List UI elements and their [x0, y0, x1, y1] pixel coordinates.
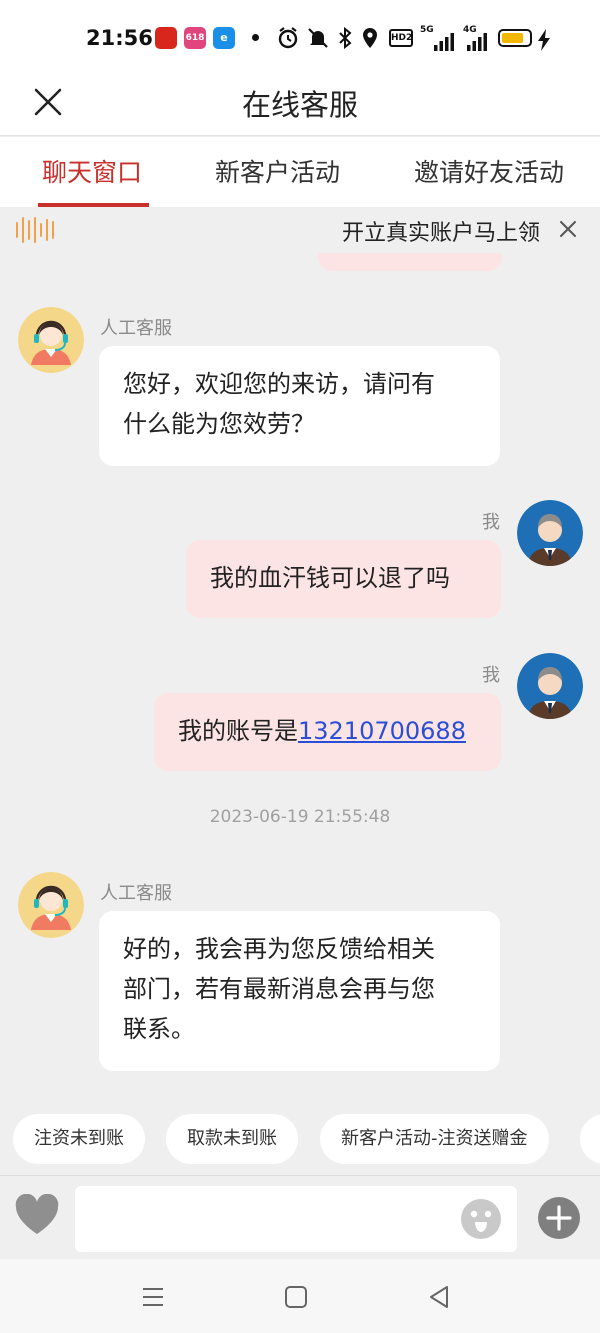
tab-invite-friends-activity[interactable]: 邀请好友活动 [414, 153, 564, 189]
battery-level [502, 33, 523, 43]
quick-reply-deposit-not-received[interactable]: 注资未到账 [13, 1114, 145, 1164]
agent-avatar [18, 307, 84, 373]
user-message-bubble: 我的血汗钱可以退了吗 [186, 540, 501, 618]
quick-reply-more[interactable] [580, 1114, 600, 1164]
page-title: 在线客服 [241, 88, 358, 122]
quick-reply-new-customer-bonus[interactable]: 新客户活动-注资送赠金 [320, 1114, 549, 1164]
tab-bar: 聊天窗口 新客户活动 邀请好友活动 [0, 137, 600, 207]
message-timestamp: 2023-06-19 21:55:48 [209, 807, 391, 827]
hd-icon: HD2 [389, 29, 413, 47]
location-icon [363, 28, 377, 48]
agent-avatar [18, 872, 84, 938]
mute-icon [308, 28, 328, 48]
agent-message-bubble: 好的，我会再为您反馈给相关 部门，若有最新消息会再与您 联系。 [99, 911, 500, 1071]
home-icon[interactable] [282, 1283, 310, 1311]
notification-dot [252, 34, 259, 41]
message-line: 什么能为您效劳？ [123, 410, 315, 438]
signal-4g-icon [467, 33, 487, 51]
message-text: 我的血汗钱可以退了吗 [210, 564, 450, 592]
message-line: 您好，欢迎您的来访，请问有 [123, 370, 435, 398]
title-bar: 在线客服 [0, 72, 600, 136]
charging-icon [538, 29, 550, 51]
system-navigation-bar [0, 1259, 600, 1333]
signal-5g-label: 5G [420, 25, 434, 35]
chat-area[interactable]: 人工客服 您好，欢迎您的来访，请问有 什么能为您效劳？ 我 我的血汗钱可以退了吗… [0, 253, 600, 1108]
user-avatar [517, 500, 583, 566]
app-icon-1 [155, 27, 177, 49]
quick-reply-withdrawal-not-received[interactable]: 取款未到账 [166, 1114, 298, 1164]
emoji-icon[interactable] [460, 1198, 502, 1240]
signal-5g-icon [434, 33, 454, 51]
message-line: 好的，我会再为您反馈给相关 [123, 935, 435, 963]
plus-icon[interactable] [537, 1196, 581, 1240]
heart-icon[interactable] [14, 1194, 60, 1236]
battery-icon [498, 29, 532, 47]
announcement-close-icon[interactable] [556, 217, 580, 241]
quick-reply-bar: 注资未到账 取款未到账 新客户活动-注资送赠金 [0, 1108, 600, 1172]
alarm-icon [278, 27, 298, 49]
account-number-link[interactable]: 13210700688 [298, 717, 466, 745]
status-bar: 21:56 618 e HD2 5G 4G [0, 0, 600, 72]
app-icon-3: e [213, 27, 235, 49]
sound-wave-icon [16, 217, 54, 243]
app-icon-2: 618 [184, 27, 206, 49]
tab-new-customer-activity[interactable]: 新客户活动 [215, 153, 340, 189]
agent-message-bubble: 您好，欢迎您的来访，请问有 什么能为您效劳？ [99, 346, 500, 466]
message-line: 联系。 [123, 1015, 195, 1043]
agent-sender-name: 人工客服 [100, 318, 172, 339]
message-line: 部门，若有最新消息会再与您 [123, 975, 435, 1003]
status-time: 21:56 [86, 26, 153, 50]
tab-chat-window[interactable]: 聊天窗口 [42, 153, 142, 189]
bluetooth-icon [339, 26, 352, 50]
announcement-text: 开立真实账户马上领 [342, 221, 541, 246]
input-bar [0, 1175, 600, 1259]
user-message-bubble: 我的账号是13210700688 [154, 693, 501, 771]
back-icon[interactable] [425, 1283, 453, 1311]
user-sender-name: 我 [482, 512, 500, 533]
user-sender-name: 我 [482, 665, 500, 686]
menu-icon[interactable] [139, 1283, 167, 1311]
message-text: 我的账号是 [178, 717, 298, 745]
announcement-bar: 开立真实账户马上领 [0, 207, 600, 253]
message-input[interactable] [75, 1186, 517, 1252]
agent-sender-name: 人工客服 [100, 883, 172, 904]
previous-message-bubble [318, 253, 502, 271]
user-avatar [517, 653, 583, 719]
